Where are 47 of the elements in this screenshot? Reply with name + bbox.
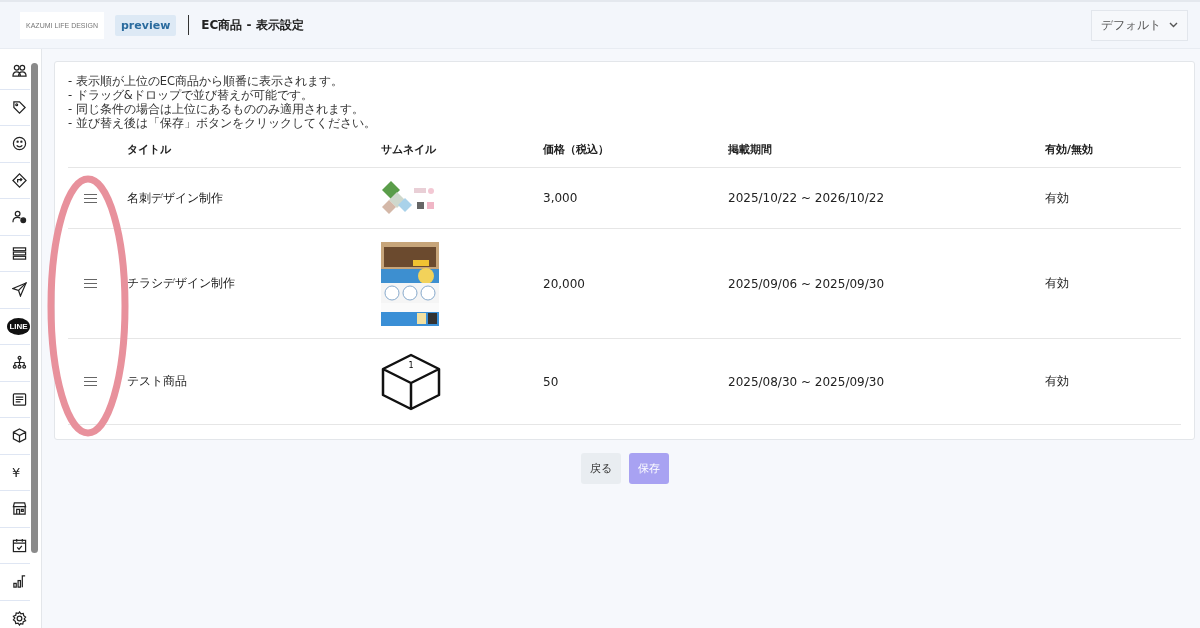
- instruction-text: - 同じ条件の場合は上位にあるもののみ適用されます。: [68, 102, 365, 116]
- send-icon[interactable]: [12, 282, 27, 298]
- page-title: EC商品 - 表示設定: [201, 16, 304, 34]
- drag-handle-icon[interactable]: [84, 377, 97, 386]
- back-button[interactable]: 戻る: [580, 453, 621, 484]
- table-cell: 2025/09/06 ~ 2025/09/30: [728, 276, 884, 291]
- hierarchy-icon[interactable]: [12, 355, 27, 371]
- tag-icon[interactable]: [12, 99, 27, 115]
- table-cell: 2025/10/22 ~ 2026/10/22: [728, 191, 884, 205]
- instruction-text: - ドラッグ&ドロップで並び替えが可能です。: [68, 88, 314, 102]
- drag-handle-icon[interactable]: [84, 279, 97, 288]
- instruction-text: - 表示順が上位のEC商品から順番に表示されます。: [68, 74, 345, 88]
- table-cell: チラシデザイン制作: [127, 275, 235, 292]
- settings-icon[interactable]: [12, 610, 27, 626]
- scrollbar[interactable]: [31, 63, 38, 553]
- preview-badge: preview: [115, 14, 177, 36]
- table-cell: 有効: [1045, 189, 1069, 207]
- chat-bubble-icon[interactable]: LINE: [7, 317, 30, 335]
- people-icon[interactable]: [12, 63, 27, 79]
- column-header: 有効/無効: [1045, 142, 1181, 168]
- cube-drawing: 1: [381, 352, 441, 411]
- view-dropdown[interactable]: デフォルト: [1091, 9, 1188, 41]
- table-cell: 50: [543, 374, 559, 389]
- column-header: サムネイル: [381, 142, 543, 168]
- bar-chart-icon[interactable]: [12, 574, 27, 590]
- smiley-icon[interactable]: [12, 136, 27, 152]
- yen-icon[interactable]: ¥: [12, 464, 21, 480]
- drag-handle-icon[interactable]: [84, 193, 97, 203]
- store-icon[interactable]: [12, 501, 27, 517]
- user-icon[interactable]: [12, 209, 27, 225]
- instruction-text: - 並び替え後は「保存」ボタンをクリックしてください。: [68, 116, 377, 130]
- column-header: 価格（税込）: [543, 142, 728, 168]
- document-icon[interactable]: [12, 391, 27, 407]
- cube-icon[interactable]: [12, 428, 27, 444]
- list-icon[interactable]: [12, 245, 27, 261]
- table-cell: 2025/08/30 ~ 2025/09/30: [728, 374, 884, 389]
- chevron-down-icon: [1169, 22, 1178, 28]
- column-header: 掲載期間: [728, 142, 1045, 168]
- table-cell: 名刺デザイン制作: [127, 189, 223, 207]
- road-sign-icon[interactable]: [12, 172, 27, 188]
- table-cell: 有効: [1045, 275, 1069, 292]
- table-cell: 有効: [1045, 373, 1069, 390]
- calendar-icon[interactable]: [12, 537, 27, 553]
- table-cell: 3,000: [543, 191, 578, 205]
- table-cell: テスト商品: [127, 373, 187, 390]
- table-cell: 20,000: [543, 276, 585, 291]
- column-header: タイトル: [127, 142, 381, 168]
